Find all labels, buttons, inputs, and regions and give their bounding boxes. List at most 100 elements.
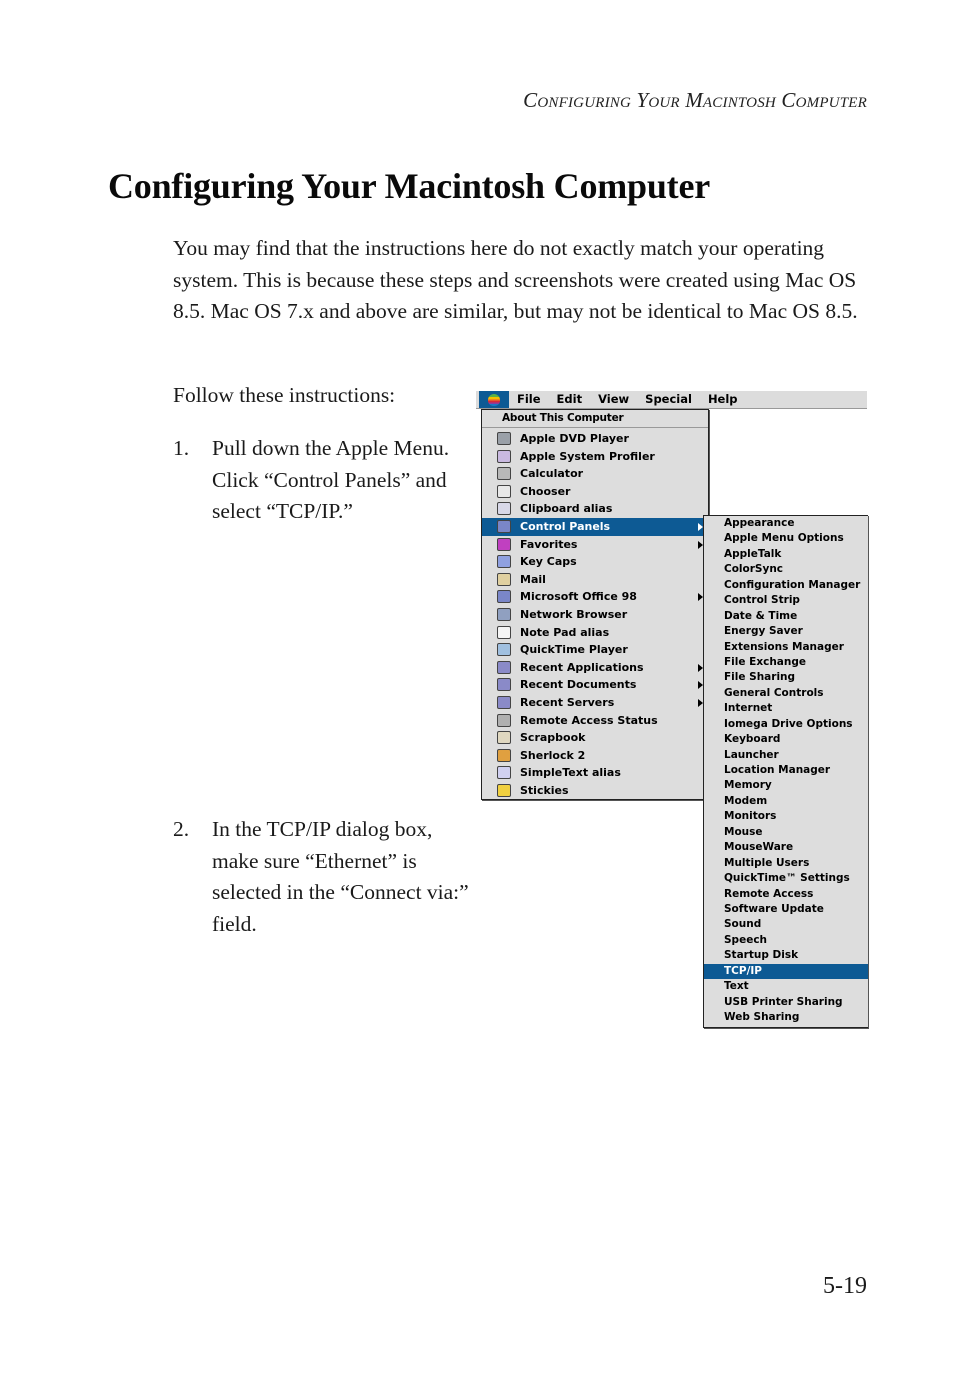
clipboard-icon — [497, 502, 511, 516]
menu-item-stickies[interactable]: Stickies — [482, 782, 708, 800]
office-folder-icon — [497, 590, 511, 604]
menu-item-simpletext-alias[interactable]: SimpleText alias — [482, 764, 708, 782]
menu-item-recent-servers[interactable]: Recent Servers — [482, 694, 708, 712]
menu-item-label: QuickTime Player — [520, 643, 628, 657]
remote-access-icon — [497, 713, 511, 727]
menu-help[interactable]: Help — [700, 391, 746, 408]
menu-special[interactable]: Special — [637, 391, 700, 408]
menu-item-label: Note Pad alias — [520, 625, 610, 639]
control-panels-folder-icon — [497, 519, 511, 533]
submenu-item-colorsync[interactable]: ColorSync — [704, 562, 868, 577]
submenu-item-remote-access[interactable]: Remote Access — [704, 887, 868, 902]
submenu-item-startup-disk[interactable]: Startup Disk — [704, 948, 868, 963]
submenu-item-appearance[interactable]: Appearance — [704, 516, 868, 531]
submenu-item-date-time[interactable]: Date & Time — [704, 609, 868, 624]
desktop-area — [708, 409, 867, 514]
submenu-item-extensions-manager[interactable]: Extensions Manager — [704, 640, 868, 655]
submenu-item-mouse[interactable]: Mouse — [704, 825, 868, 840]
submenu-item-file-sharing[interactable]: File Sharing — [704, 670, 868, 685]
page-title: Configuring Your Macintosh Computer — [108, 166, 711, 206]
menu-item-apple-dvd-player[interactable]: Apple DVD Player — [482, 430, 708, 448]
step-1: 1. Pull down the Apple Menu. Click “Cont… — [173, 433, 473, 528]
menu-item-label: Remote Access Status — [520, 713, 658, 727]
menu-edit[interactable]: Edit — [549, 391, 591, 408]
apple-menu-title[interactable] — [479, 391, 509, 408]
submenu-item-apple-menu-options[interactable]: Apple Menu Options — [704, 531, 868, 546]
menu-item-scrapbook[interactable]: Scrapbook — [482, 729, 708, 747]
menu-item-remote-access-status[interactable]: Remote Access Status — [482, 712, 708, 730]
menu-item-label: Mail — [520, 572, 546, 586]
menu-item-about-this-computer[interactable]: About This Computer — [482, 410, 708, 426]
submenu-item-control-strip[interactable]: Control Strip — [704, 593, 868, 608]
menu-item-control-panels[interactable]: Control Panels — [482, 517, 708, 536]
menu-item-mail[interactable]: Mail — [482, 571, 708, 589]
menu-item-recent-applications[interactable]: Recent Applications — [482, 659, 708, 677]
favorites-folder-icon — [497, 537, 511, 551]
note-pad-icon — [497, 625, 511, 639]
submenu-item-modem[interactable]: Modem — [704, 794, 868, 809]
menu-item-label: Recent Applications — [520, 660, 644, 674]
menu-item-clipboard-alias[interactable]: Clipboard alias — [482, 500, 708, 518]
submenu-item-mouseware[interactable]: MouseWare — [704, 840, 868, 855]
menu-item-label: Sherlock 2 — [520, 748, 586, 762]
submenu-item-launcher[interactable]: Launcher — [704, 748, 868, 763]
menu-item-recent-documents[interactable]: Recent Documents — [482, 676, 708, 694]
submenu-item-appletalk[interactable]: AppleTalk — [704, 547, 868, 562]
submenu-item-location-manager[interactable]: Location Manager — [704, 763, 868, 778]
dvd-player-icon — [497, 432, 511, 445]
menu-separator — [482, 427, 708, 428]
submenu-item-tcp-ip[interactable]: TCP/IP — [704, 963, 868, 980]
menu-item-label: Recent Servers — [520, 695, 615, 709]
step-text: Pull down the Apple Menu. Click “Control… — [212, 436, 450, 523]
menu-item-label: Key Caps — [520, 555, 577, 569]
scrapbook-icon — [497, 731, 511, 745]
step-2: 2. In the TCP/IP dialog box, make sure “… — [173, 814, 473, 940]
menu-item-network-browser[interactable]: Network Browser — [482, 606, 708, 624]
submenu-item-usb-printer-sharing[interactable]: USB Printer Sharing — [704, 995, 868, 1010]
quicktime-icon — [497, 643, 511, 657]
submenu-item-text[interactable]: Text — [704, 979, 868, 994]
submenu-item-general-controls[interactable]: General Controls — [704, 686, 868, 701]
submenu-item-iomega-drive-options[interactable]: Iomega Drive Options — [704, 717, 868, 732]
simpletext-icon — [497, 766, 511, 780]
menu-item-quicktime-player[interactable]: QuickTime Player — [482, 641, 708, 659]
submenu-item-file-exchange[interactable]: File Exchange — [704, 655, 868, 670]
menu-item-calculator[interactable]: Calculator — [482, 465, 708, 483]
submenu-item-sound[interactable]: Sound — [704, 917, 868, 932]
menu-item-label: SimpleText alias — [520, 766, 621, 780]
recent-apps-folder-icon — [497, 660, 511, 674]
submenu-item-software-update[interactable]: Software Update — [704, 902, 868, 917]
submenu-item-speech[interactable]: Speech — [704, 933, 868, 948]
menu-item-label: Recent Documents — [520, 678, 637, 692]
apple-rainbow-icon — [488, 393, 500, 406]
submenu-item-web-sharing[interactable]: Web Sharing — [704, 1010, 868, 1025]
submenu-item-quicktime-settings[interactable]: QuickTime™ Settings — [704, 871, 868, 886]
menu-item-note-pad-alias[interactable]: Note Pad alias — [482, 624, 708, 642]
submenu-item-configuration-manager[interactable]: Configuration Manager — [704, 578, 868, 593]
menu-view[interactable]: View — [590, 391, 637, 408]
menu-item-label: Microsoft Office 98 — [520, 590, 637, 604]
mail-icon — [497, 572, 511, 586]
key-caps-icon — [497, 555, 511, 569]
menu-item-chooser[interactable]: Chooser — [482, 483, 708, 501]
submenu-item-multiple-users[interactable]: Multiple Users — [704, 856, 868, 871]
submenu-item-keyboard[interactable]: Keyboard — [704, 732, 868, 747]
page-number: 5-19 — [823, 1273, 867, 1299]
mac-os-screenshot: File Edit View Special Help About This C… — [476, 391, 868, 1028]
apple-menu-dropdown: About This Computer Apple DVD Player Appl… — [481, 409, 709, 800]
submenu-item-memory[interactable]: Memory — [704, 778, 868, 793]
stickies-icon — [497, 783, 511, 797]
follow-instructions-label: Follow these instructions: — [173, 383, 396, 407]
recent-docs-folder-icon — [497, 678, 511, 692]
submenu-item-internet[interactable]: Internet — [704, 701, 868, 716]
menu-item-sherlock-2[interactable]: Sherlock 2 — [482, 747, 708, 765]
menu-item-label: Apple DVD Player — [520, 432, 629, 445]
menu-file[interactable]: File — [509, 391, 549, 408]
menu-item-favorites[interactable]: Favorites — [482, 536, 708, 554]
menu-item-apple-system-profiler[interactable]: Apple System Profiler — [482, 448, 708, 466]
menu-item-key-caps[interactable]: Key Caps — [482, 553, 708, 571]
intro-paragraph: You may find that the instructions here … — [173, 236, 858, 323]
menu-item-microsoft-office-98[interactable]: Microsoft Office 98 — [482, 588, 708, 606]
submenu-item-monitors[interactable]: Monitors — [704, 809, 868, 824]
submenu-item-energy-saver[interactable]: Energy Saver — [704, 624, 868, 639]
